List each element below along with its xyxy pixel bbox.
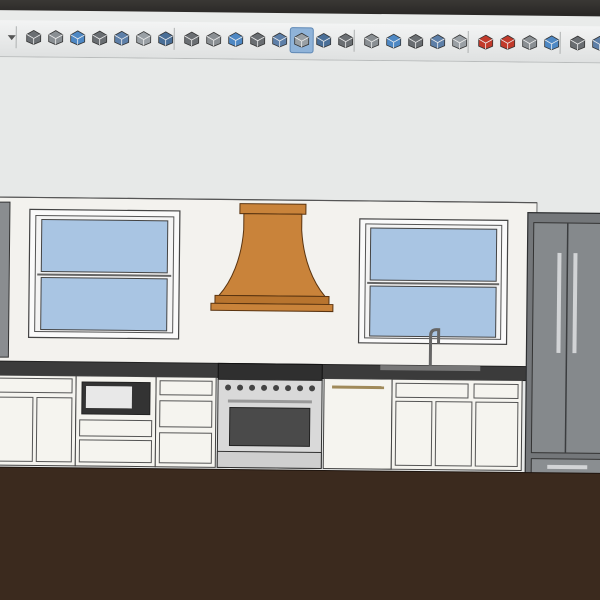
model-viewport[interactable] <box>0 56 600 600</box>
toolbar-separator <box>173 27 175 50</box>
left-window <box>27 208 181 340</box>
section-plane-icon[interactable] <box>588 30 600 56</box>
back-view-icon[interactable] <box>110 25 134 51</box>
intersect-icon[interactable] <box>404 28 428 54</box>
floor <box>0 466 600 600</box>
dishwasher <box>322 377 393 470</box>
xray-style-icon[interactable] <box>180 26 204 52</box>
extension-warehouse-icon[interactable] <box>474 29 498 55</box>
range-stove <box>216 362 323 469</box>
component-icon[interactable] <box>496 29 520 55</box>
top-view-icon[interactable] <box>44 25 68 51</box>
monochrome-style-icon[interactable] <box>312 27 336 53</box>
axes-icon[interactable] <box>566 30 590 56</box>
sketchup-window <box>0 10 600 600</box>
toolbar-separator <box>467 30 469 53</box>
iso-view-icon[interactable] <box>22 24 46 50</box>
main-toolbar <box>0 19 600 64</box>
dropdown-arrow-icon[interactable] <box>0 24 24 50</box>
right-window <box>357 218 509 345</box>
trim-icon[interactable] <box>426 29 450 55</box>
left-view-icon[interactable] <box>132 25 156 51</box>
wireframe-style-icon[interactable] <box>224 26 248 52</box>
subtract-icon[interactable] <box>382 28 406 54</box>
monitor-screen <box>0 0 600 600</box>
shaded-textures-style-icon[interactable] <box>289 27 314 54</box>
get-models-icon[interactable] <box>518 29 542 55</box>
hidden-line-style-icon[interactable] <box>246 27 270 53</box>
back-edges-style-icon[interactable] <box>202 26 226 52</box>
lower-cabinets-left <box>0 374 217 468</box>
kitchen-model <box>0 196 600 600</box>
shaded-style-icon[interactable] <box>268 27 292 53</box>
right-view-icon[interactable] <box>88 25 112 51</box>
union-icon[interactable] <box>360 28 384 54</box>
front-view-icon[interactable] <box>66 25 90 51</box>
